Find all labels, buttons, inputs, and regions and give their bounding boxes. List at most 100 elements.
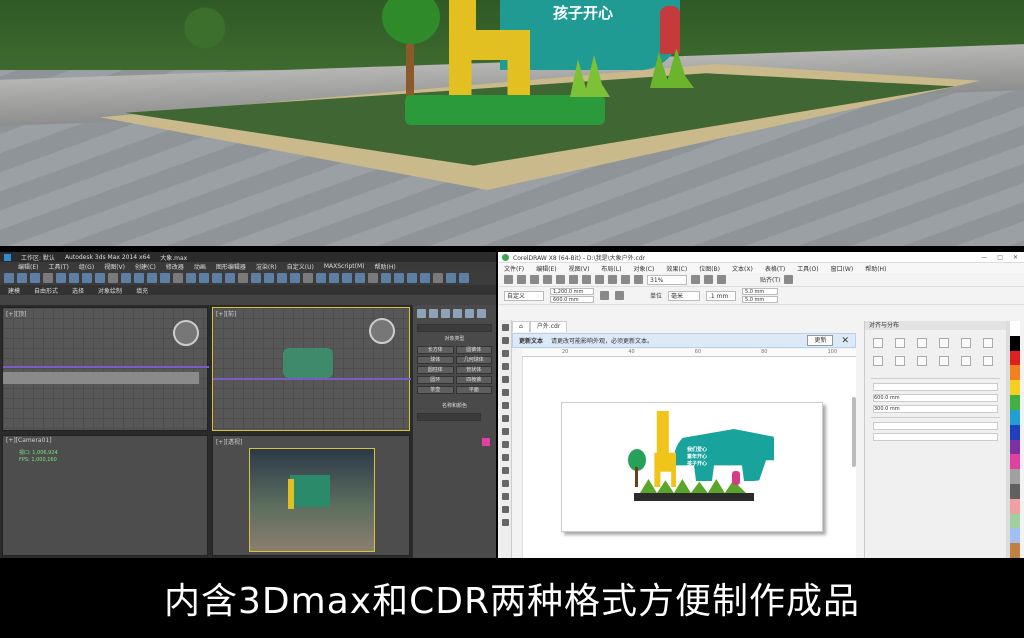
max-tool-icon[interactable] [329, 273, 339, 283]
viewport-perspective[interactable]: [+][透视] [212, 435, 410, 556]
max-tool-icon[interactable] [108, 273, 118, 283]
maximize-button[interactable]: □ [997, 254, 1003, 261]
align-left-icon[interactable] [873, 338, 883, 348]
max-tool-icon[interactable] [160, 273, 170, 283]
viewport-label[interactable]: [+][透视] [216, 437, 242, 446]
distribute-center-icon[interactable] [895, 356, 905, 366]
max-tool-icon[interactable] [264, 273, 274, 283]
page-height[interactable]: 600.0 mm [550, 296, 594, 303]
new-icon[interactable] [504, 275, 513, 284]
max-tool-icon[interactable] [446, 273, 456, 283]
object-color-swatch[interactable] [482, 438, 490, 446]
primitive-button[interactable]: 长方体 [417, 346, 454, 354]
page-preset[interactable]: 自定义 [504, 290, 544, 301]
minimize-button[interactable]: — [981, 254, 987, 261]
max-tool-icon[interactable] [4, 273, 14, 283]
transparency-tool-icon[interactable] [502, 493, 509, 500]
align-bottom-icon[interactable] [983, 338, 993, 348]
max-tool-icon[interactable] [368, 273, 378, 283]
max-tool-icon[interactable] [147, 273, 157, 283]
palette-swatch[interactable] [1010, 469, 1020, 484]
primitive-button[interactable]: 四棱锥 [455, 376, 492, 384]
max-tool-icon[interactable] [30, 273, 40, 283]
close-button[interactable]: ✕ [1013, 254, 1018, 261]
zoom-tool-icon[interactable] [502, 363, 509, 370]
primitive-button[interactable]: 圆锥体 [455, 346, 492, 354]
doc-tab[interactable]: 户外.cdr [529, 321, 568, 332]
ribbon-tab[interactable]: 对象绘制 [98, 286, 122, 295]
palette-swatch[interactable] [1010, 439, 1020, 455]
export-icon[interactable] [634, 275, 643, 284]
pick-tool-icon[interactable] [502, 324, 509, 331]
max-tool-icon[interactable] [303, 273, 313, 283]
redo-icon[interactable] [608, 275, 617, 284]
vertical-scrollbar[interactable] [852, 397, 856, 467]
palette-swatch[interactable] [1010, 513, 1020, 529]
max-menu-item[interactable]: 帮助(H) [375, 262, 396, 271]
max-tool-icon[interactable] [277, 273, 287, 283]
max-tool-icon[interactable] [43, 273, 53, 283]
distribute-left-icon[interactable] [873, 356, 883, 366]
base-shape[interactable] [634, 493, 754, 501]
distribute-right-icon[interactable] [917, 356, 927, 366]
cdr-menu-item[interactable]: 对象(C) [633, 264, 654, 273]
eyedropper-tool-icon[interactable] [502, 506, 509, 513]
align-right-icon[interactable] [917, 338, 927, 348]
max-menu-item[interactable]: 自定义(U) [287, 262, 314, 271]
cdr-menu-item[interactable]: 窗口(W) [831, 264, 854, 273]
child-shape[interactable] [732, 471, 740, 485]
viewport-label[interactable]: [+][前] [216, 309, 236, 318]
nudge-distance[interactable]: .1 mm [706, 290, 737, 301]
max-tool-icon[interactable] [251, 273, 261, 283]
primitive-button[interactable]: 圆柱体 [417, 366, 454, 374]
max-menu-item[interactable]: 组(G) [79, 262, 94, 271]
duplicate-x[interactable]: 5.0 mm [742, 288, 779, 295]
palette-swatch[interactable] [1010, 395, 1020, 410]
artistic-media-icon[interactable] [502, 389, 509, 396]
rulers-icon[interactable] [704, 275, 713, 284]
motion-icon[interactable] [453, 309, 462, 318]
open-icon[interactable] [517, 275, 526, 284]
align-top-icon[interactable] [939, 338, 949, 348]
max-menu-item[interactable]: 图形编辑器 [216, 262, 246, 271]
duplicate-y[interactable]: 5.0 mm [742, 296, 779, 303]
max-menu-item[interactable]: 创建(C) [135, 262, 156, 271]
cdr-menu-item[interactable]: 工具(O) [797, 264, 818, 273]
max-tool-icon[interactable] [394, 273, 404, 283]
cdr-menu-item[interactable]: 编辑(E) [536, 264, 556, 273]
docker-field[interactable] [873, 383, 998, 391]
max-menu-item[interactable]: 工具(T) [48, 262, 68, 271]
max-tool-icon[interactable] [316, 273, 326, 283]
docker-field[interactable] [873, 433, 998, 441]
cdr-menu-item[interactable]: 表格(T) [765, 264, 785, 273]
shape-tool-icon[interactable] [502, 337, 509, 344]
max-tool-icon[interactable] [290, 273, 300, 283]
max-tool-icon[interactable] [69, 273, 79, 283]
save-icon[interactable] [530, 275, 539, 284]
viewport-top[interactable]: [+][顶] [2, 307, 209, 431]
max-tool-icon[interactable] [17, 273, 27, 283]
palette-swatch[interactable] [1010, 424, 1020, 440]
distribute-middle-icon[interactable] [961, 356, 971, 366]
max-menu-item[interactable]: 编辑(E) [18, 262, 38, 271]
palette-swatch[interactable] [1010, 498, 1020, 514]
cdr-menu-item[interactable]: 文件(F) [504, 264, 524, 273]
palette-swatch[interactable] [1010, 365, 1020, 381]
max-menu-item[interactable]: 修改器 [166, 262, 184, 271]
palette-swatch[interactable] [1010, 528, 1020, 544]
primitive-button[interactable]: 圆环 [417, 376, 454, 384]
update-button[interactable]: 更新 [807, 335, 834, 346]
giraffe-shape[interactable] [654, 411, 676, 487]
connector-tool-icon[interactable] [502, 467, 509, 474]
landscape-icon[interactable] [615, 291, 624, 300]
palette-swatch[interactable] [1010, 350, 1020, 366]
notice-close-icon[interactable]: ✕ [841, 336, 849, 346]
create-icon[interactable] [417, 309, 426, 318]
max-tool-icon[interactable] [459, 273, 469, 283]
ribbon-tab[interactable]: 建模 [8, 286, 20, 295]
utilities-icon[interactable] [477, 309, 486, 318]
palette-swatch[interactable] [1010, 321, 1020, 336]
grid-icon[interactable] [717, 275, 726, 284]
view-cube-icon[interactable] [173, 320, 199, 346]
docker-field[interactable] [873, 422, 998, 430]
